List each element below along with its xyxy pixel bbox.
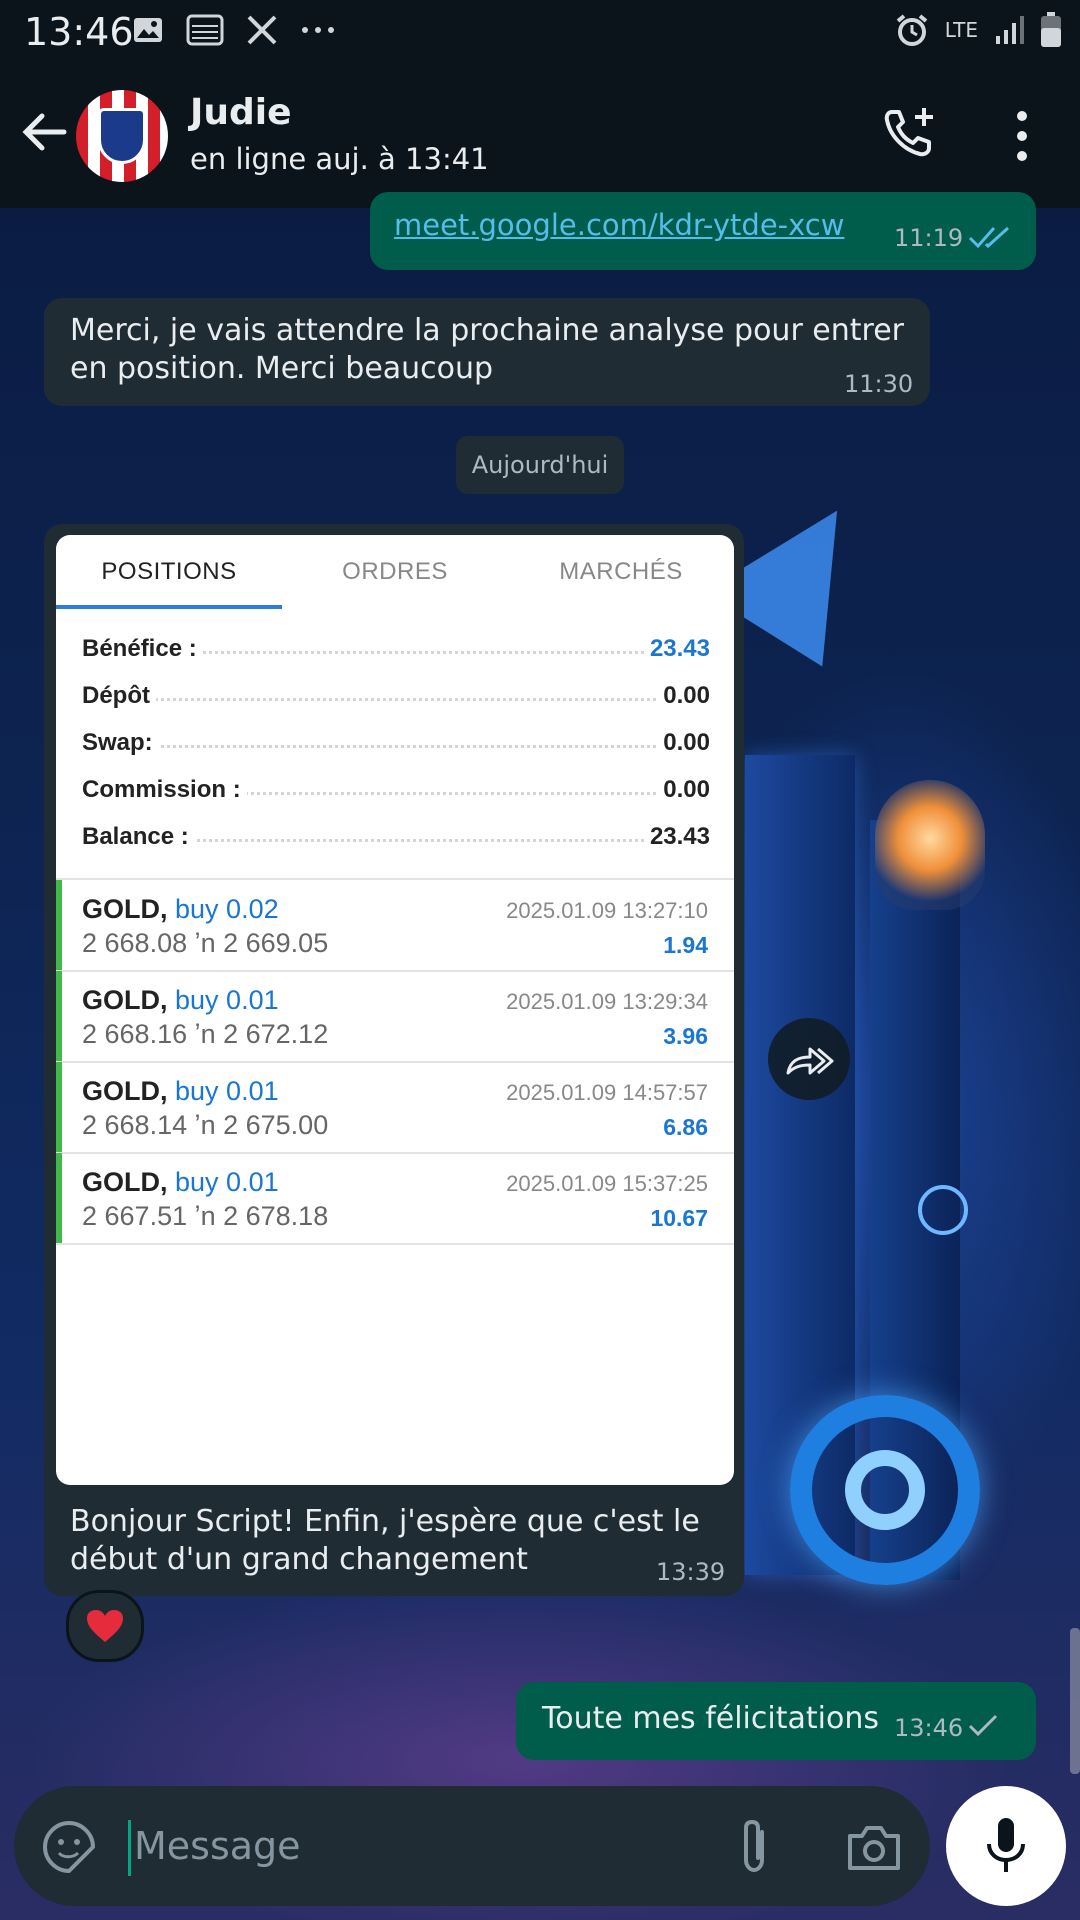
date-separator: Aujourd'hui	[456, 436, 624, 494]
trading-screenshot-image[interactable]: POSITIONS ORDRES MARCHÉS Bénéfice : 23.4…	[56, 535, 734, 1485]
message-time: 11:30	[844, 370, 914, 398]
position-row: GOLD, buy 0.02 2 668.08 ʼn 2 669.05 2025…	[56, 880, 734, 970]
status-time: 13:46	[24, 10, 134, 54]
battery-icon	[1041, 12, 1061, 47]
screenshot-tabs: POSITIONS ORDRES MARCHÉS	[56, 535, 734, 609]
heart-icon	[87, 1610, 123, 1642]
image-caption: Bonjour Script! Enfin, j'espère que c'es…	[70, 1504, 700, 1539]
more-options-icon[interactable]	[1012, 108, 1032, 164]
message-composer	[14, 1786, 930, 1906]
active-tab-indicator	[56, 605, 282, 609]
signal-icon	[996, 16, 1024, 44]
contact-name[interactable]: Judie	[190, 92, 292, 133]
single-check-icon	[968, 1714, 998, 1737]
tab-ordres: ORDRES	[342, 558, 448, 585]
wallpaper-ring-decoration	[845, 1450, 925, 1530]
position-row: GOLD, buy 0.01 2 668.14 ʼn 2 675.00 2025…	[56, 1062, 734, 1152]
wallpaper-lightbulb-decoration	[875, 780, 985, 910]
attach-icon[interactable]	[734, 1816, 774, 1878]
summary-row-depot: Dépôt 0.00	[82, 682, 710, 710]
lte-icon: LTE	[944, 18, 978, 42]
x-logo-icon	[247, 15, 277, 45]
image-caption: début d'un grand changement	[70, 1542, 528, 1577]
summary-row-swap: Swap: 0.00	[82, 729, 710, 757]
summary-row-commission: Commission : 0.00	[82, 776, 710, 804]
message-text: en position. Merci beaucoup	[70, 351, 494, 386]
tab-positions: POSITIONS	[101, 558, 237, 585]
message-text: Merci, je vais attendre la prochaine ana…	[70, 313, 905, 348]
message-link[interactable]: meet.google.com/kdr-ytde-xcw	[394, 208, 844, 242]
avatar[interactable]	[76, 90, 168, 182]
divider	[56, 1243, 734, 1245]
message-input[interactable]	[128, 1814, 694, 1878]
forward-icon	[786, 1047, 834, 1075]
chat-header: Judie en ligne auj. à 13:41	[0, 64, 1080, 208]
outgoing-message-link[interactable]: meet.google.com/kdr-ytde-xcw 11:19	[370, 192, 1036, 270]
microphone-icon	[987, 1818, 1025, 1872]
sticker-icon[interactable]	[42, 1820, 96, 1874]
camera-icon[interactable]	[846, 1822, 902, 1872]
position-row: GOLD, buy 0.01 2 668.16 ʼn 2 672.12 2025…	[56, 971, 734, 1061]
message-time: 13:39	[656, 1558, 726, 1586]
status-bar: 13:46 LTE	[0, 0, 1080, 64]
image-icon	[134, 18, 162, 42]
wallpaper-orb-decoration	[918, 1185, 968, 1235]
alarm-icon	[896, 14, 928, 46]
more-dots-icon	[302, 27, 334, 33]
back-arrow-icon[interactable]	[18, 106, 70, 158]
message-time: 11:19	[894, 224, 964, 252]
message-time: 13:46	[894, 1714, 964, 1742]
add-call-icon[interactable]	[880, 104, 940, 164]
contact-status[interactable]: en ligne auj. à 13:41	[190, 142, 489, 176]
position-row: GOLD, buy 0.01 2 667.51 ʼn 2 678.18 2025…	[56, 1153, 734, 1243]
tab-marches: MARCHÉS	[559, 558, 683, 585]
scrollbar[interactable]	[1070, 1628, 1080, 1774]
message-text: Toute mes félicitations	[542, 1701, 879, 1736]
reaction-heart[interactable]: ❤️	[66, 1590, 144, 1662]
incoming-message[interactable]: Merci, je vais attendre la prochaine ana…	[44, 298, 930, 406]
outgoing-message[interactable]: Toute mes félicitations 13:46	[516, 1682, 1036, 1760]
forward-button[interactable]	[768, 1018, 850, 1100]
voice-message-button[interactable]	[946, 1786, 1066, 1906]
double-check-icon	[968, 226, 1010, 249]
summary-row-benefice: Bénéfice : 23.43	[82, 635, 710, 663]
summary-row-balance: Balance : 23.43	[82, 823, 710, 851]
gallery-icon	[186, 14, 224, 46]
